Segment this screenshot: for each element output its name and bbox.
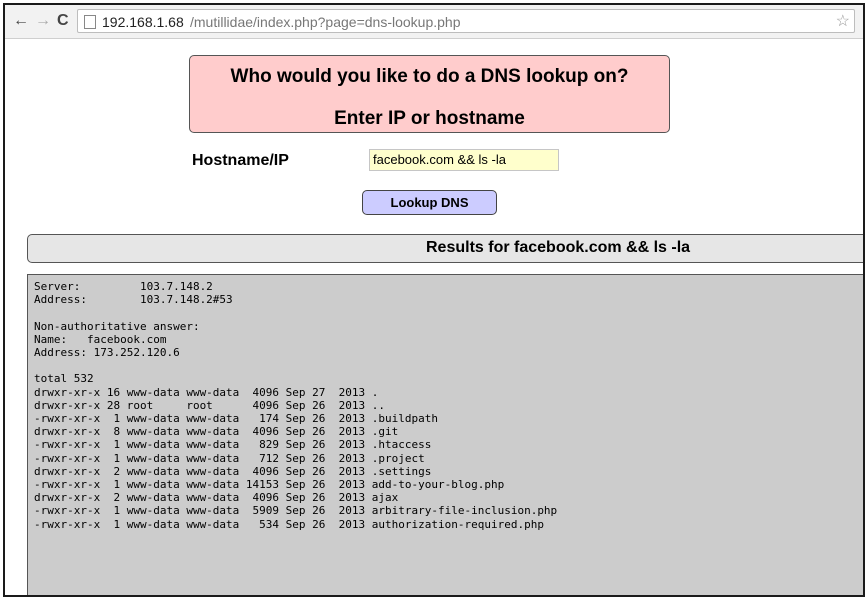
url-host: 192.168.1.68 <box>102 14 184 30</box>
output-line: drwxr-xr-x 2 www-data www-data 4096 Sep … <box>34 464 432 478</box>
output-line: drwxr-xr-x 28 root root 4096 Sep 26 2013… <box>34 398 385 412</box>
output-line: total 532 <box>34 372 94 386</box>
prompt-question: Who would you like to do a DNS lookup on… <box>230 66 629 87</box>
output-line: -rwxr-xr-x 1 www-data www-data 14153 Sep… <box>34 478 505 492</box>
results-text: Server: 103.7.148.2 Address: 103.7.148.2#… <box>28 275 863 536</box>
output-line: -rwxr-xr-x 1 www-data www-data 174 Sep 2… <box>34 412 438 425</box>
output-blank-line <box>34 359 863 372</box>
output-line: Server: 103.7.148.2 <box>34 280 213 293</box>
output-line: Address: 103.7.148.2#53 <box>34 293 233 307</box>
reload-icon[interactable]: C <box>57 12 69 30</box>
browser-window: ← → C 192.168.1.68 /mutillidae/index.php… <box>3 3 865 597</box>
dns-lookup-prompt: Who would you like to do a DNS lookup on… <box>189 55 670 133</box>
hostname-input[interactable]: facebook.com && ls -la <box>369 149 559 171</box>
output-line: -rwxr-xr-x 1 www-data www-data 712 Sep 2… <box>34 451 425 465</box>
output-line: drwxr-xr-x 2 www-data www-data 4096 Sep … <box>34 491 399 505</box>
prompt-instruction: Enter IP or hostname <box>334 108 525 129</box>
browser-toolbar: ← → C 192.168.1.68 /mutillidae/index.php… <box>5 5 863 39</box>
url-path: /mutillidae/index.php?page=dns-lookup.ph… <box>190 14 461 30</box>
output-line: drwxr-xr-x 8 www-data www-data 4096 Sep … <box>34 425 399 439</box>
bookmark-star-icon[interactable]: ☆ <box>836 10 850 34</box>
output-line: -rwxr-xr-x 1 www-data www-data 534 Sep 2… <box>34 517 544 531</box>
results-output: Server: 103.7.148.2 Address: 103.7.148.2#… <box>27 274 863 595</box>
lookup-dns-button[interactable]: Lookup DNS <box>362 190 497 215</box>
output-line: Non-authoritative answer: <box>34 319 200 333</box>
output-line: Name: facebook.com <box>34 332 167 346</box>
output-line: drwxr-xr-x 16 www-data www-data 4096 Sep… <box>34 385 379 399</box>
results-title: Results for facebook.com && ls -la <box>426 239 691 256</box>
output-blank-line <box>34 306 863 319</box>
page-icon <box>84 15 96 29</box>
results-header: Results for facebook.com && ls -la <box>27 234 863 263</box>
output-line: -rwxr-xr-x 1 www-data www-data 5909 Sep … <box>34 504 558 518</box>
output-line: Address: 173.252.120.6 <box>34 346 180 359</box>
hostname-label: Hostname/IP <box>192 152 289 169</box>
output-line: -rwxr-xr-x 1 www-data www-data 829 Sep 2… <box>34 438 432 452</box>
forward-icon[interactable]: → <box>35 12 51 30</box>
address-bar[interactable]: 192.168.1.68 /mutillidae/index.php?page=… <box>77 9 855 33</box>
back-icon[interactable]: ← <box>13 12 29 30</box>
